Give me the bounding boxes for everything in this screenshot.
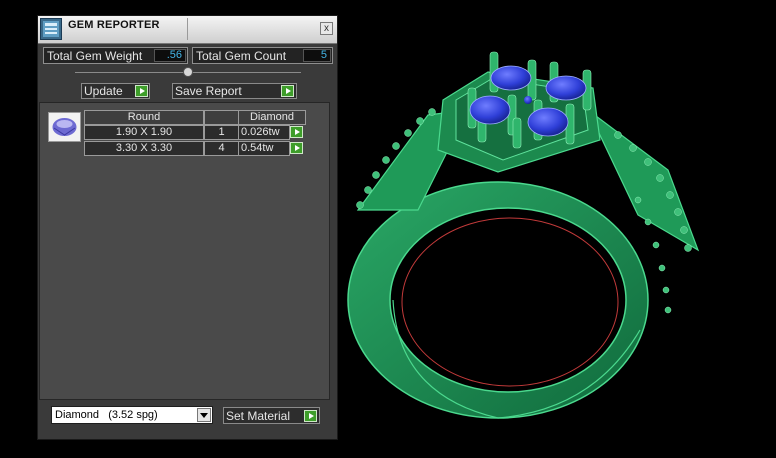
ring-opening [389,207,627,393]
count-column-header [204,110,239,125]
ring-model-render[interactable] [338,0,776,453]
3d-viewport[interactable] [338,0,776,453]
gemstone-diamond[interactable] [545,75,587,101]
total-gem-count-label: Total Gem Count [196,49,287,63]
set-material-label: Set Material [226,409,291,423]
total-gem-weight-label: Total Gem Weight [47,49,143,63]
gem-count-cell: 4 [204,141,239,156]
green-arrow-right-icon[interactable] [290,126,303,138]
total-gem-count-field: Total Gem Count 5 [192,47,333,64]
slider-handle[interactable] [183,67,193,77]
total-gem-count-value: 5 [303,49,331,62]
stone-column-header: Diamond [238,110,306,125]
save-report-label: Save Report [175,84,242,98]
set-material-button[interactable]: Set Material [223,407,320,424]
close-icon[interactable]: x [324,23,329,34]
title-divider [187,18,188,40]
chevron-down-icon[interactable] [197,408,211,422]
close-button[interactable]: x [320,22,333,35]
material-dropdown[interactable]: Diamond (3.52 spg) [51,406,213,424]
gem-size-cell: 1.90 X 1.90 [84,125,204,140]
gemstone-diamond[interactable] [527,107,569,137]
gem-weight-cell: 0.54tw [238,141,290,156]
round-gem-icon[interactable] [48,112,81,142]
green-arrow-right-icon[interactable] [304,410,317,422]
gemstone-diamond[interactable] [469,95,511,125]
total-gem-weight-value: .56 [154,49,186,62]
gem-size-cell: 3.30 X 3.30 [84,141,204,156]
gem-reporter-panel: GEM REPORTER x Total Gem Weight .56 Tota… [37,15,338,440]
material-selected-value: Diamond (3.52 spg) [55,409,158,421]
update-label: Update [84,84,123,98]
gemstone-diamond[interactable] [524,96,532,104]
gem-weight-cell: 0.026tw [238,125,290,140]
green-arrow-right-icon[interactable] [281,85,294,97]
green-arrow-right-icon[interactable] [135,85,148,97]
update-button[interactable]: Update [81,83,150,99]
green-arrow-right-icon[interactable] [290,142,303,154]
total-gem-weight-field: Total Gem Weight .56 [43,47,188,64]
gem-count-cell: 1 [204,125,239,140]
shape-column-header: Round [84,110,204,125]
title-bar[interactable]: GEM REPORTER x [38,16,337,44]
save-report-button[interactable]: Save Report [172,83,297,99]
gemstone-diamond[interactable] [490,65,532,91]
gem-reporter-icon [40,18,62,40]
window-title: GEM REPORTER [68,19,160,31]
